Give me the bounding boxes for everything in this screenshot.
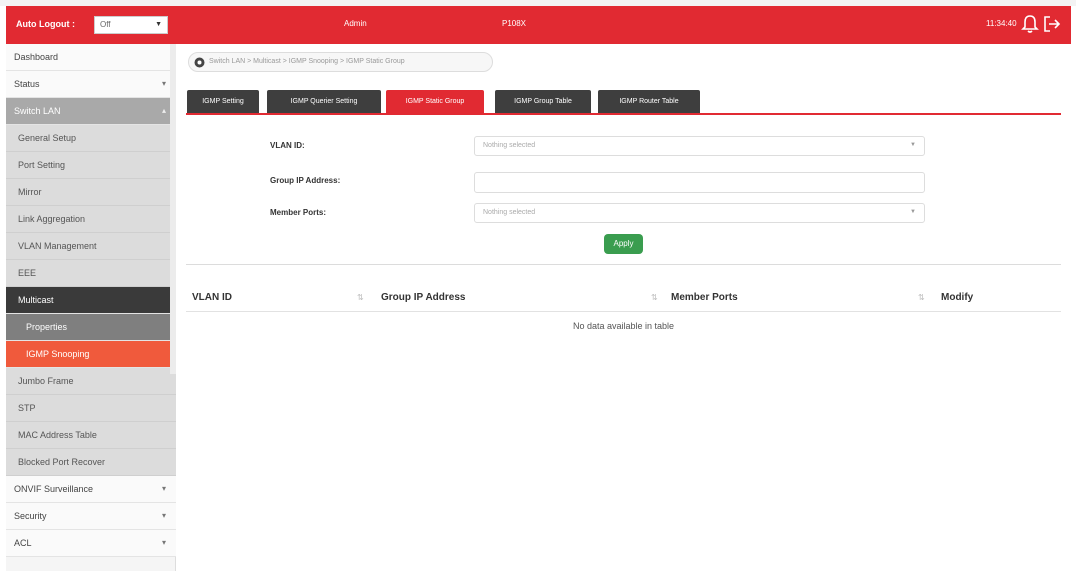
sort-icon[interactable]: ⇅ bbox=[357, 293, 364, 302]
member-ports-select[interactable]: Nothing selected ▼ bbox=[474, 203, 925, 223]
table-empty-message: No data available in table bbox=[572, 321, 675, 331]
logout-icon[interactable] bbox=[1042, 14, 1062, 34]
column-header-group-ip[interactable]: Group IP Address bbox=[381, 292, 465, 303]
group-ip-label: Group IP Address: bbox=[270, 176, 341, 185]
bell-icon[interactable] bbox=[1021, 14, 1039, 34]
sidebar-scrollbar[interactable] bbox=[170, 44, 176, 374]
sidebar-item-mirror[interactable]: Mirror bbox=[6, 179, 176, 206]
sidebar-item-label: STP bbox=[18, 403, 36, 413]
clock-time: 11:34:40 bbox=[986, 19, 1017, 28]
sidebar-item-label: Security bbox=[14, 511, 47, 521]
sort-icon[interactable]: ⇅ bbox=[918, 293, 925, 302]
sidebar-item-label: IGMP Snooping bbox=[26, 349, 90, 359]
sidebar-item-label: EEE bbox=[18, 268, 37, 278]
sidebar-item-acl[interactable]: ACL ▾ bbox=[6, 530, 176, 557]
tab-label: IGMP Setting bbox=[202, 98, 244, 105]
auto-logout-select[interactable]: Off ▼ bbox=[94, 16, 168, 34]
tab-bar: IGMP Setting IGMP Querier Setting IGMP S… bbox=[186, 90, 1061, 115]
chevron-up-icon: ▴ bbox=[161, 106, 166, 115]
sort-icon[interactable]: ⇅ bbox=[651, 293, 658, 302]
sidebar-item-status[interactable]: Status ▾ bbox=[6, 71, 176, 98]
sidebar: Dashboard Status ▾ Switch LAN ▴ General Se… bbox=[6, 44, 176, 571]
dashboard-icon[interactable] bbox=[194, 57, 205, 68]
sidebar-item-general-setup[interactable]: General Setup bbox=[6, 125, 176, 152]
sidebar-item-stp[interactable]: STP bbox=[6, 395, 176, 422]
sidebar-item-onvif-surveillance[interactable]: ONVIF Surveillance ▾ bbox=[6, 476, 176, 503]
tab-label: IGMP Group Table bbox=[514, 98, 572, 105]
auto-logout-value: Off bbox=[100, 20, 111, 29]
sidebar-item-mac-address-table[interactable]: MAC Address Table bbox=[6, 422, 176, 449]
sidebar-item-vlan-management[interactable]: VLAN Management bbox=[6, 233, 176, 260]
sidebar-item-properties[interactable]: Properties bbox=[6, 314, 176, 341]
breadcrumb-text: Switch LAN > Multicast > IGMP Snooping >… bbox=[209, 58, 405, 65]
tab-label: IGMP Static Group bbox=[405, 98, 465, 105]
section-divider bbox=[186, 264, 1061, 265]
tab-igmp-querier-setting[interactable]: IGMP Querier Setting bbox=[267, 90, 381, 113]
sidebar-item-link-aggregation[interactable]: Link Aggregation bbox=[6, 206, 176, 233]
sidebar-item-label: MAC Address Table bbox=[18, 430, 97, 440]
sidebar-item-label: Multicast bbox=[18, 295, 54, 305]
sidebar-item-eee[interactable]: EEE bbox=[6, 260, 176, 287]
tab-igmp-setting[interactable]: IGMP Setting bbox=[187, 90, 259, 113]
sidebar-item-blocked-port-recover[interactable]: Blocked Port Recover bbox=[6, 449, 176, 476]
sidebar-item-switch-lan[interactable]: Switch LAN ▴ bbox=[6, 98, 176, 125]
sidebar-item-label: Properties bbox=[26, 322, 68, 332]
device-model: P108X bbox=[502, 19, 527, 28]
breadcrumb: Switch LAN > Multicast > IGMP Snooping >… bbox=[188, 52, 493, 72]
sidebar-item-label: VLAN Management bbox=[18, 241, 97, 251]
tab-igmp-group-table[interactable]: IGMP Group Table bbox=[495, 90, 591, 113]
sidebar-item-label: ONVIF Surveillance bbox=[14, 484, 94, 494]
sidebar-item-label: Mirror bbox=[18, 187, 42, 197]
vlan-id-select[interactable]: Nothing selected ▼ bbox=[474, 136, 925, 156]
tab-igmp-static-group[interactable]: IGMP Static Group bbox=[386, 90, 484, 113]
sidebar-item-label: ACL bbox=[14, 538, 32, 548]
column-header-member-ports[interactable]: Member Ports bbox=[671, 292, 738, 303]
sidebar-item-port-setting[interactable]: Port Setting bbox=[6, 152, 176, 179]
sidebar-item-jumbo-frame[interactable]: Jumbo Frame bbox=[6, 368, 176, 395]
app-window: Auto Logout : Off ▼ Admin P108X 11:34:40… bbox=[0, 0, 1076, 573]
sidebar-item-label: Dashboard bbox=[14, 52, 59, 62]
sidebar-item-label: Blocked Port Recover bbox=[18, 457, 106, 467]
column-header-vlan-id[interactable]: VLAN ID bbox=[192, 292, 232, 303]
member-ports-label: Member Ports: bbox=[270, 208, 327, 217]
tab-igmp-router-table[interactable]: IGMP Router Table bbox=[598, 90, 700, 113]
tab-label: IGMP Router Table bbox=[619, 98, 679, 105]
chevron-down-icon: ▼ bbox=[910, 142, 916, 148]
group-ip-input[interactable] bbox=[474, 172, 925, 193]
sidebar-item-label: Switch LAN bbox=[14, 106, 61, 116]
top-header: Auto Logout : Off ▼ Admin P108X 11:34:40 bbox=[6, 6, 1071, 44]
sidebar-item-label: Jumbo Frame bbox=[18, 376, 74, 386]
column-header-modify[interactable]: Modify bbox=[941, 292, 973, 303]
sidebar-item-igmp-snooping[interactable]: IGMP Snooping bbox=[6, 341, 176, 368]
vlan-id-label: VLAN ID: bbox=[270, 141, 305, 150]
member-ports-placeholder: Nothing selected bbox=[483, 209, 536, 216]
chevron-down-icon: ▼ bbox=[155, 21, 162, 28]
current-user: Admin bbox=[344, 19, 367, 28]
vlan-id-placeholder: Nothing selected bbox=[483, 142, 536, 149]
sidebar-item-label: General Setup bbox=[18, 133, 77, 143]
apply-button[interactable]: Apply bbox=[604, 234, 643, 254]
sidebar-item-security[interactable]: Security ▾ bbox=[6, 503, 176, 530]
table-header-divider bbox=[186, 311, 1061, 312]
auto-logout-label: Auto Logout : bbox=[16, 19, 75, 29]
sidebar-item-multicast[interactable]: Multicast bbox=[6, 287, 176, 314]
chevron-down-icon: ▾ bbox=[161, 484, 166, 493]
chevron-down-icon: ▾ bbox=[161, 511, 166, 520]
chevron-down-icon: ▼ bbox=[910, 209, 916, 215]
sidebar-item-label: Status bbox=[14, 79, 40, 89]
sidebar-item-label: Port Setting bbox=[18, 160, 66, 170]
chevron-down-icon: ▾ bbox=[161, 79, 166, 88]
tab-label: IGMP Querier Setting bbox=[290, 98, 358, 105]
chevron-down-icon: ▾ bbox=[161, 538, 166, 547]
sidebar-item-dashboard[interactable]: Dashboard bbox=[6, 44, 176, 71]
sidebar-item-label: Link Aggregation bbox=[18, 214, 86, 224]
